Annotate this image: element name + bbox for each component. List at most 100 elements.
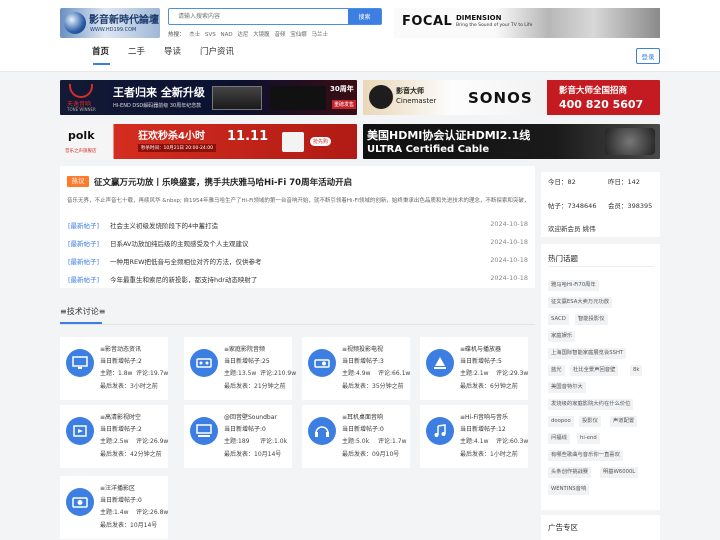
nav-portal-news[interactable]: 门户资讯 xyxy=(200,45,234,57)
news-date: 2024-10-18 xyxy=(490,274,528,282)
nav-guide[interactable]: 导读 xyxy=(164,45,181,57)
forum-replies: 评论:19.7w xyxy=(136,370,169,377)
hot-topic-chip[interactable]: 发烧级的家庭影院大约在什么价位 xyxy=(548,399,634,410)
news-item[interactable]: [最新帖子] 一种用REW把低音与全频相位对齐的方法，仅供参考 2024-10-… xyxy=(68,256,528,268)
hot-topic-chip[interactable]: doopoo xyxy=(548,416,574,427)
player-icon xyxy=(426,349,454,377)
banner-hdmi-cable[interactable]: 美国HDMI协会认证HDMI2.1线 ULTRA Certified Cable xyxy=(363,124,660,159)
forum-name[interactable]: ≡高清影视时空 xyxy=(100,412,141,421)
hot-term[interactable]: 马兰士 xyxy=(311,32,328,38)
forum-name[interactable]: ≡视频投影电视 xyxy=(342,344,383,353)
forum-card[interactable]: ≡视频投影电视 当日新增帖子:3 主题:4.9w 评论:66.1w 最后发表：3… xyxy=(302,337,410,400)
hot-term[interactable]: NAD xyxy=(221,32,233,38)
hot-topic-chip[interactable]: WENTINS音响 xyxy=(548,484,590,495)
hot-topic-chip[interactable]: 智能投影仪 xyxy=(575,314,608,325)
polk-date: 11.11 xyxy=(227,129,269,144)
forum-last-post: 最后发表：6分钟之前 xyxy=(460,383,518,390)
focal-logo: FOCAL xyxy=(402,14,453,29)
hot-topic-chip[interactable]: 问福线 xyxy=(548,433,570,444)
forum-new-posts: 当日新增帖子:0 xyxy=(342,426,384,433)
forum-name[interactable]: @回音壁Soundbar xyxy=(224,412,277,421)
forum-card[interactable]: ≡碟机与播放器 当日新增帖子:5 主题:2.1w 评论:29.3w 最后发表：6… xyxy=(420,337,528,400)
hot-term[interactable]: 宝仙娜 xyxy=(290,32,307,38)
hdmi-line2: ULTRA Certified Cable xyxy=(367,144,490,155)
forum-card[interactable]: @回音壁Soundbar 当日新增帖子:0 主题:189 评论:1.0k 最后发… xyxy=(184,405,292,468)
hot-topic-chip[interactable]: 8k xyxy=(630,365,643,376)
hot-topic-chip[interactable]: 蓝光 xyxy=(548,365,565,376)
forum-name[interactable]: ≡Hi-Fi音响与音乐 xyxy=(460,412,508,421)
headline-panel: 热议 征文赢万元功放丨乐唤盛宴，携手共庆雅马哈Hi-Fi 70周年活动开启 音乐… xyxy=(60,166,535,288)
forum-new-posts: 当日新增帖子:5 xyxy=(460,358,502,365)
hot-topic-chip[interactable]: 投影仪 xyxy=(579,416,601,427)
film-icon xyxy=(66,417,94,445)
banner-tonewinner[interactable]: 天逸音响 TONE WINNER 王者归来 全新升级 HI-END DSD解码器… xyxy=(60,80,357,115)
forum-last-post: 最后发表：1小时之前 xyxy=(460,451,518,458)
hot-topic-chip[interactable]: 杜比全景声回音壁 xyxy=(570,365,619,376)
forum-name[interactable]: ≡耳机桌面音响 xyxy=(342,412,383,421)
news-title[interactable]: 日系AV功放加纯后级的主观感受及个人主观建议 xyxy=(110,238,248,248)
forum-new-posts: 当日新增帖子:12 xyxy=(460,426,506,433)
login-button[interactable]: 登录 xyxy=(636,48,660,64)
stat-members: 会员：398395 xyxy=(608,202,653,210)
forum-card[interactable]: ≡Hi-Fi音响与音乐 当日新增帖子:12 主题:4.1w 评论:60.3w 最… xyxy=(420,405,528,468)
news-title[interactable]: 社会主义初级发烧阶段下的4中蓄打造 xyxy=(110,220,218,230)
forum-card[interactable]: ≡影音动态资讯 当日新增帖子:2 主题：1.8w 评论:19.7w 最后发表：3… xyxy=(60,337,168,400)
forum-card[interactable]: ≡高清影视时空 当日新增帖子:2 主题:2.5w 评论:26.9w 最后发表：4… xyxy=(60,405,168,468)
hot-topic-chip[interactable]: 声道配置 xyxy=(610,416,638,427)
hot-topic-chip[interactable]: 明基W6000L xyxy=(600,467,639,478)
forum-replies: 评论:66.1w xyxy=(378,370,411,377)
headphone-icon xyxy=(308,417,336,445)
cinemaster-brand-en: Cinemaster xyxy=(396,97,437,105)
news-title[interactable]: 一种用REW把低音与全频相位对齐的方法，仅供参考 xyxy=(110,256,262,266)
forum-card[interactable]: ≡耳机桌面音响 当日新增帖子:0 主题:5.0k 评论:1.7w 最后发表：09… xyxy=(302,405,410,468)
news-item[interactable]: [最新帖子] 社会主义初级发烧阶段下的4中蓄打造 2024-10-18 xyxy=(68,220,528,232)
hot-term[interactable]: 音频 xyxy=(274,32,285,38)
nav-secondhand[interactable]: 二手 xyxy=(128,45,145,57)
hot-topics-panel: 热门话题 雅马哈Hi-Fi70周年 征文赢ESA大卖万元功放 SACD 智能投影… xyxy=(541,244,660,510)
tonewinner-title: 王者归来 全新升级 xyxy=(113,86,205,99)
cinemaster-logo-icon xyxy=(369,85,393,109)
hot-term[interactable]: 大镜腹 xyxy=(253,32,270,38)
forum-name[interactable]: ≡碟机与播放器 xyxy=(460,344,501,353)
hot-topic-chip[interactable]: 有哪些歌曲与音乐你一直喜欢 xyxy=(548,450,623,461)
forum-name[interactable]: ≡影音动态资讯 xyxy=(100,344,141,353)
hot-topic-chip[interactable]: 上海国际智能家庭展览会SSHT xyxy=(548,348,627,359)
hot-term[interactable]: SVS xyxy=(205,32,216,38)
hot-topics-title: 热门话题 xyxy=(548,254,578,263)
banner-polk[interactable]: polk 音乐之声旗舰店 狂欢秒杀4小时 秒杀时间：10月21日 20:00-2… xyxy=(60,124,357,159)
headline-title[interactable]: 征文赢万元功放丨乐唤盛宴，携手共庆雅马哈Hi-Fi 70周年活动开启 xyxy=(94,176,352,188)
forum-name[interactable]: ≡汪洋播影区 xyxy=(100,483,135,492)
hot-topic-chip[interactable]: 雅马哈Hi-Fi70周年 xyxy=(548,280,599,291)
hot-topic-chip[interactable]: 征文赢ESA大卖万元功放 xyxy=(548,297,613,308)
focal-ad-banner[interactable]: FOCAL DIMENSION Bring the Sound of your … xyxy=(394,8,660,38)
news-title[interactable]: 今年最重生和索尼的新投影，都支持hdr动态映射了 xyxy=(110,274,257,284)
forum-replies: 评论:26.9w xyxy=(136,438,169,445)
banner-cinemaster-sonos[interactable]: 影音大师 Cinemaster SONOS 影音大师全国招商 400 820 5… xyxy=(363,80,660,115)
ad-zone-panel: 广告专区 xyxy=(541,515,660,540)
news-tag: [最新帖子] xyxy=(68,258,100,266)
hot-topic-chip[interactable]: SACD xyxy=(548,314,569,325)
search-input[interactable] xyxy=(169,9,349,24)
hot-topic-chip[interactable]: 家庭娱乐 xyxy=(548,331,576,342)
nav-home[interactable]: 首页 xyxy=(92,45,109,57)
forum-last-post: 最后发表：35分钟之前 xyxy=(342,383,404,390)
headline-desc: 音乐无界，不止声音七十载，再续风华 &nbsp; 自1954年雅马哈生产了Hi-… xyxy=(67,198,527,204)
forum-card[interactable]: ≡家庭影院音频 当日新增帖子:25 主题:13.5w 评论:210.9w 最后发… xyxy=(184,337,296,400)
forum-card[interactable]: ≡汪洋播影区 当日新增帖子:0 主题:1.4w 评论:26.8w 最后发表：10… xyxy=(60,476,168,539)
hot-topic-chip[interactable]: 美国音特尔大 xyxy=(548,382,586,393)
news-item[interactable]: [最新帖子] 今年最重生和索尼的新投影，都支持hdr动态映射了 2024-10-… xyxy=(68,274,528,286)
hot-topic-chip[interactable]: hi-end xyxy=(577,433,600,444)
search-button[interactable]: 搜索 xyxy=(348,9,381,24)
site-logo[interactable]: 影音新時代論壇 WWW.HD199.COM xyxy=(60,8,160,38)
forum-replies: 评论:26.8w xyxy=(136,509,169,516)
hot-topic-chip[interactable]: 头条创作挑战赛 xyxy=(548,467,592,478)
forum-name[interactable]: ≡家庭影院音频 xyxy=(224,344,265,353)
hot-term[interactable]: 达尼 xyxy=(237,32,248,38)
hot-topics-divider xyxy=(548,266,654,267)
forum-topics: 主题:13.5w xyxy=(224,370,257,377)
news-item[interactable]: [最新帖子] 日系AV功放加纯后级的主观感受及个人主观建议 2024-10-18 xyxy=(68,238,528,250)
headline-tag: 热议 xyxy=(67,176,89,187)
stat-welcome[interactable]: 欢迎新会员 姚伟 xyxy=(548,223,596,233)
hot-term[interactable]: 杰士 xyxy=(189,32,200,38)
forum-replies: 评论:29.3w xyxy=(496,370,529,377)
